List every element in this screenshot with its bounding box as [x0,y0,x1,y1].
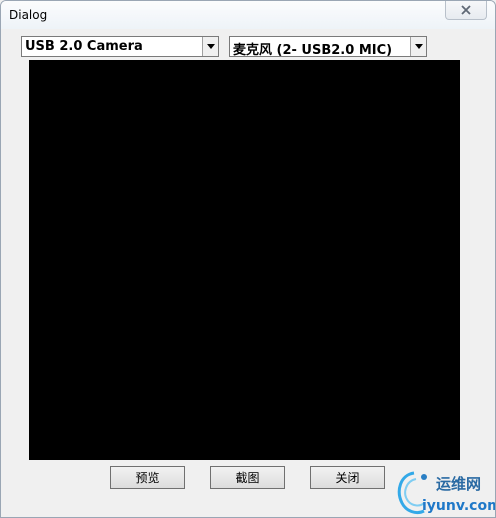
watermark-url: iyunv.com [422,498,496,514]
chevron-down-icon [414,44,423,49]
video-device-value: USB 2.0 Camera [25,39,143,54]
chevron-down-icon [206,44,215,49]
video-device-select[interactable]: USB 2.0 Camera [21,36,219,57]
video-preview-area [29,60,460,460]
audio-device-select[interactable]: 麦克风 (2- USB2.0 MIC) [229,36,427,58]
video-device-dropdown-button[interactable] [202,37,218,56]
close-button[interactable]: 关闭 [310,466,385,489]
audio-device-value: 麦克风 (2- USB2.0 MIC) [233,43,393,58]
close-window-button[interactable] [445,1,487,20]
capture-button[interactable]: 截图 [210,466,285,489]
title-bar[interactable]: Dialog [1,1,495,29]
site-watermark: 运维网 iyunv.com [394,469,496,517]
window-title: Dialog [9,8,48,22]
close-icon [461,5,471,15]
watermark-site-name: 运维网 [436,475,482,493]
preview-button[interactable]: 预览 [110,466,185,489]
audio-device-dropdown-button[interactable] [410,37,426,56]
dialog-client-area: USB 2.0 Camera 麦克风 (2- USB2.0 MIC) 预览 截图… [2,29,496,517]
dialog-window: Dialog USB 2.0 Camera 麦克风 (2- USB2.0 MIC… [0,0,496,518]
